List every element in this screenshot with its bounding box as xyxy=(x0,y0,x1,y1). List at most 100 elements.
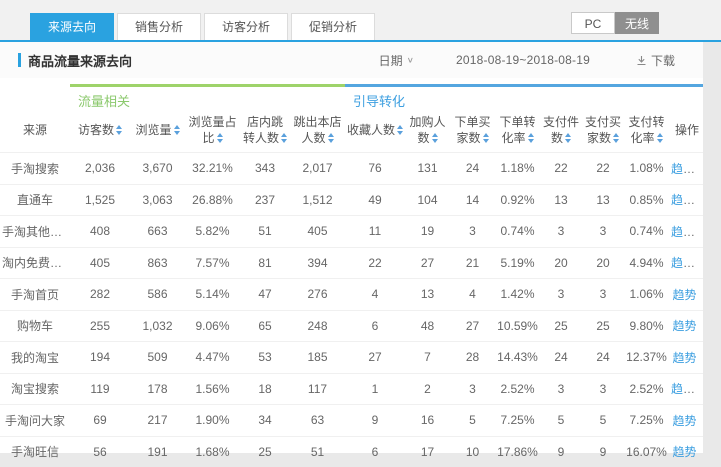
cell-actions: 趋势 xyxy=(669,317,705,334)
col-header-cart-adds[interactable]: 加购人数 xyxy=(405,114,450,146)
sort-icon[interactable] xyxy=(281,133,287,143)
tab-visitor-analysis[interactable]: 访客分析 xyxy=(204,13,288,40)
cell-visitors: 282 xyxy=(70,287,130,301)
cell-cart-adds: 2 xyxy=(405,382,450,396)
cell-pageviews: 3,063 xyxy=(130,193,185,207)
detail-link[interactable]: 详情 xyxy=(700,382,705,396)
cell-actions: 趋势详情 xyxy=(669,254,705,271)
download-button[interactable]: 下载 xyxy=(636,52,675,69)
col-header-favorites[interactable]: 收藏人数 xyxy=(345,122,405,138)
trend-link[interactable]: 趋势 xyxy=(671,256,695,270)
col-header-in-shop-jumps[interactable]: 店内跳转人数 xyxy=(240,114,290,146)
sort-icon[interactable] xyxy=(328,133,334,143)
detail-link[interactable]: 详情 xyxy=(700,162,705,176)
trend-link[interactable]: 趋势 xyxy=(671,162,695,176)
trend-link[interactable]: 趋势 xyxy=(672,414,696,428)
cell-paid-items: 3 xyxy=(540,382,582,396)
cell-order-rate: 7.25% xyxy=(495,413,540,427)
trend-link[interactable]: 趋势 xyxy=(672,319,696,333)
cell-bounces: 2,017 xyxy=(290,161,345,175)
cell-in-shop-jumps: 47 xyxy=(240,287,290,301)
cell-order-rate: 2.52% xyxy=(495,382,540,396)
cell-order-rate: 14.43% xyxy=(495,350,540,364)
trend-link[interactable]: 趋势 xyxy=(671,193,695,207)
cell-favorites: 22 xyxy=(345,256,405,270)
cell-bounces: 248 xyxy=(290,319,345,333)
cell-pageviews: 178 xyxy=(130,382,185,396)
wireless-toggle-button[interactable]: 无线 xyxy=(615,12,659,34)
cell-visitors: 405 xyxy=(70,256,130,270)
cell-cart-adds: 17 xyxy=(405,445,450,459)
cell-paid-items: 5 xyxy=(540,413,582,427)
table-row: 手淘问大家 69 217 1.90% 34 63 9 16 5 7.25% 5 … xyxy=(0,404,703,436)
col-header-pageviews[interactable]: 浏览量 xyxy=(130,122,185,138)
pc-toggle-button[interactable]: PC xyxy=(571,12,615,34)
col-header-order-buyers[interactable]: 下单买家数 xyxy=(450,114,495,146)
detail-link[interactable]: 详情 xyxy=(700,225,705,239)
tab-source-destination[interactable]: 来源去向 xyxy=(30,13,114,40)
cell-actions: 趋势详情 xyxy=(669,380,705,397)
col-header-pv-ratio[interactable]: 浏览量占比 xyxy=(185,114,240,146)
sort-icon[interactable] xyxy=(565,133,571,143)
sort-icon[interactable] xyxy=(432,133,438,143)
cell-in-shop-jumps: 34 xyxy=(240,413,290,427)
cell-cart-adds: 131 xyxy=(405,161,450,175)
cell-order-buyers: 3 xyxy=(450,224,495,238)
cell-cart-adds: 7 xyxy=(405,350,450,364)
sort-icon[interactable] xyxy=(657,133,663,143)
cell-pv-ratio: 1.56% xyxy=(185,382,240,396)
col-header-source: 来源 xyxy=(0,122,70,138)
trend-link[interactable]: 趋势 xyxy=(671,225,695,239)
cell-pageviews: 586 xyxy=(130,287,185,301)
col-header-paid-buyers[interactable]: 支付买家数 xyxy=(582,114,624,146)
col-header-order-rate[interactable]: 下单转化率 xyxy=(495,114,540,146)
cell-order-buyers: 5 xyxy=(450,413,495,427)
cell-paid-buyers: 22 xyxy=(582,161,624,175)
cell-bounces: 51 xyxy=(290,445,345,459)
cell-order-buyers: 14 xyxy=(450,193,495,207)
sort-icon[interactable] xyxy=(116,125,122,135)
trend-link[interactable]: 趋势 xyxy=(672,351,696,365)
cell-favorites: 9 xyxy=(345,413,405,427)
cell-visitors: 408 xyxy=(70,224,130,238)
cell-actions: 趋势 xyxy=(669,443,705,460)
cell-order-buyers: 27 xyxy=(450,319,495,333)
cell-actions: 趋势 xyxy=(669,286,705,303)
sort-icon[interactable] xyxy=(174,125,180,135)
cell-paid-items: 25 xyxy=(540,319,582,333)
tab-promotion-analysis[interactable]: 促销分析 xyxy=(291,13,375,40)
trend-link[interactable]: 趋势 xyxy=(672,445,696,459)
group-spacer xyxy=(0,84,70,108)
detail-link[interactable]: 详情 xyxy=(700,256,705,270)
tab-sales-analysis[interactable]: 销售分析 xyxy=(117,13,201,40)
sort-icon[interactable] xyxy=(613,133,619,143)
cell-bounces: 117 xyxy=(290,382,345,396)
sort-icon[interactable] xyxy=(483,133,489,143)
cell-order-rate: 17.86% xyxy=(495,445,540,459)
cell-in-shop-jumps: 65 xyxy=(240,319,290,333)
sort-icon[interactable] xyxy=(397,125,403,135)
cell-cart-adds: 13 xyxy=(405,287,450,301)
detail-link[interactable]: 详情 xyxy=(700,193,705,207)
col-header-paid-items[interactable]: 支付件数 xyxy=(540,114,582,146)
col-header-bounces[interactable]: 跳出本店人数 xyxy=(290,114,345,146)
sort-icon[interactable] xyxy=(528,133,534,143)
cell-visitors: 2,036 xyxy=(70,161,130,175)
date-controls: 日期 ∨ 2018-08-19~2018-08-19 下载 xyxy=(379,52,675,69)
cell-favorites: 6 xyxy=(345,445,405,459)
trend-link[interactable]: 趋势 xyxy=(672,288,696,302)
cell-paid-rate: 1.08% xyxy=(624,161,669,175)
cell-paid-buyers: 5 xyxy=(582,413,624,427)
cell-paid-rate: 4.94% xyxy=(624,256,669,270)
col-header-visitors[interactable]: 访客数 xyxy=(70,122,130,138)
trend-link[interactable]: 趋势 xyxy=(671,382,695,396)
cell-paid-buyers: 24 xyxy=(582,350,624,364)
date-range-value[interactable]: 2018-08-19~2018-08-19 xyxy=(456,53,590,67)
date-dropdown[interactable]: 日期 ∨ xyxy=(379,52,414,69)
sort-icon[interactable] xyxy=(217,133,223,143)
cell-paid-rate: 2.52% xyxy=(624,382,669,396)
cell-paid-items: 22 xyxy=(540,161,582,175)
cell-paid-rate: 0.74% xyxy=(624,224,669,238)
col-header-paid-rate[interactable]: 支付转化率 xyxy=(624,114,669,146)
cell-source: 手淘问大家 xyxy=(0,412,70,429)
